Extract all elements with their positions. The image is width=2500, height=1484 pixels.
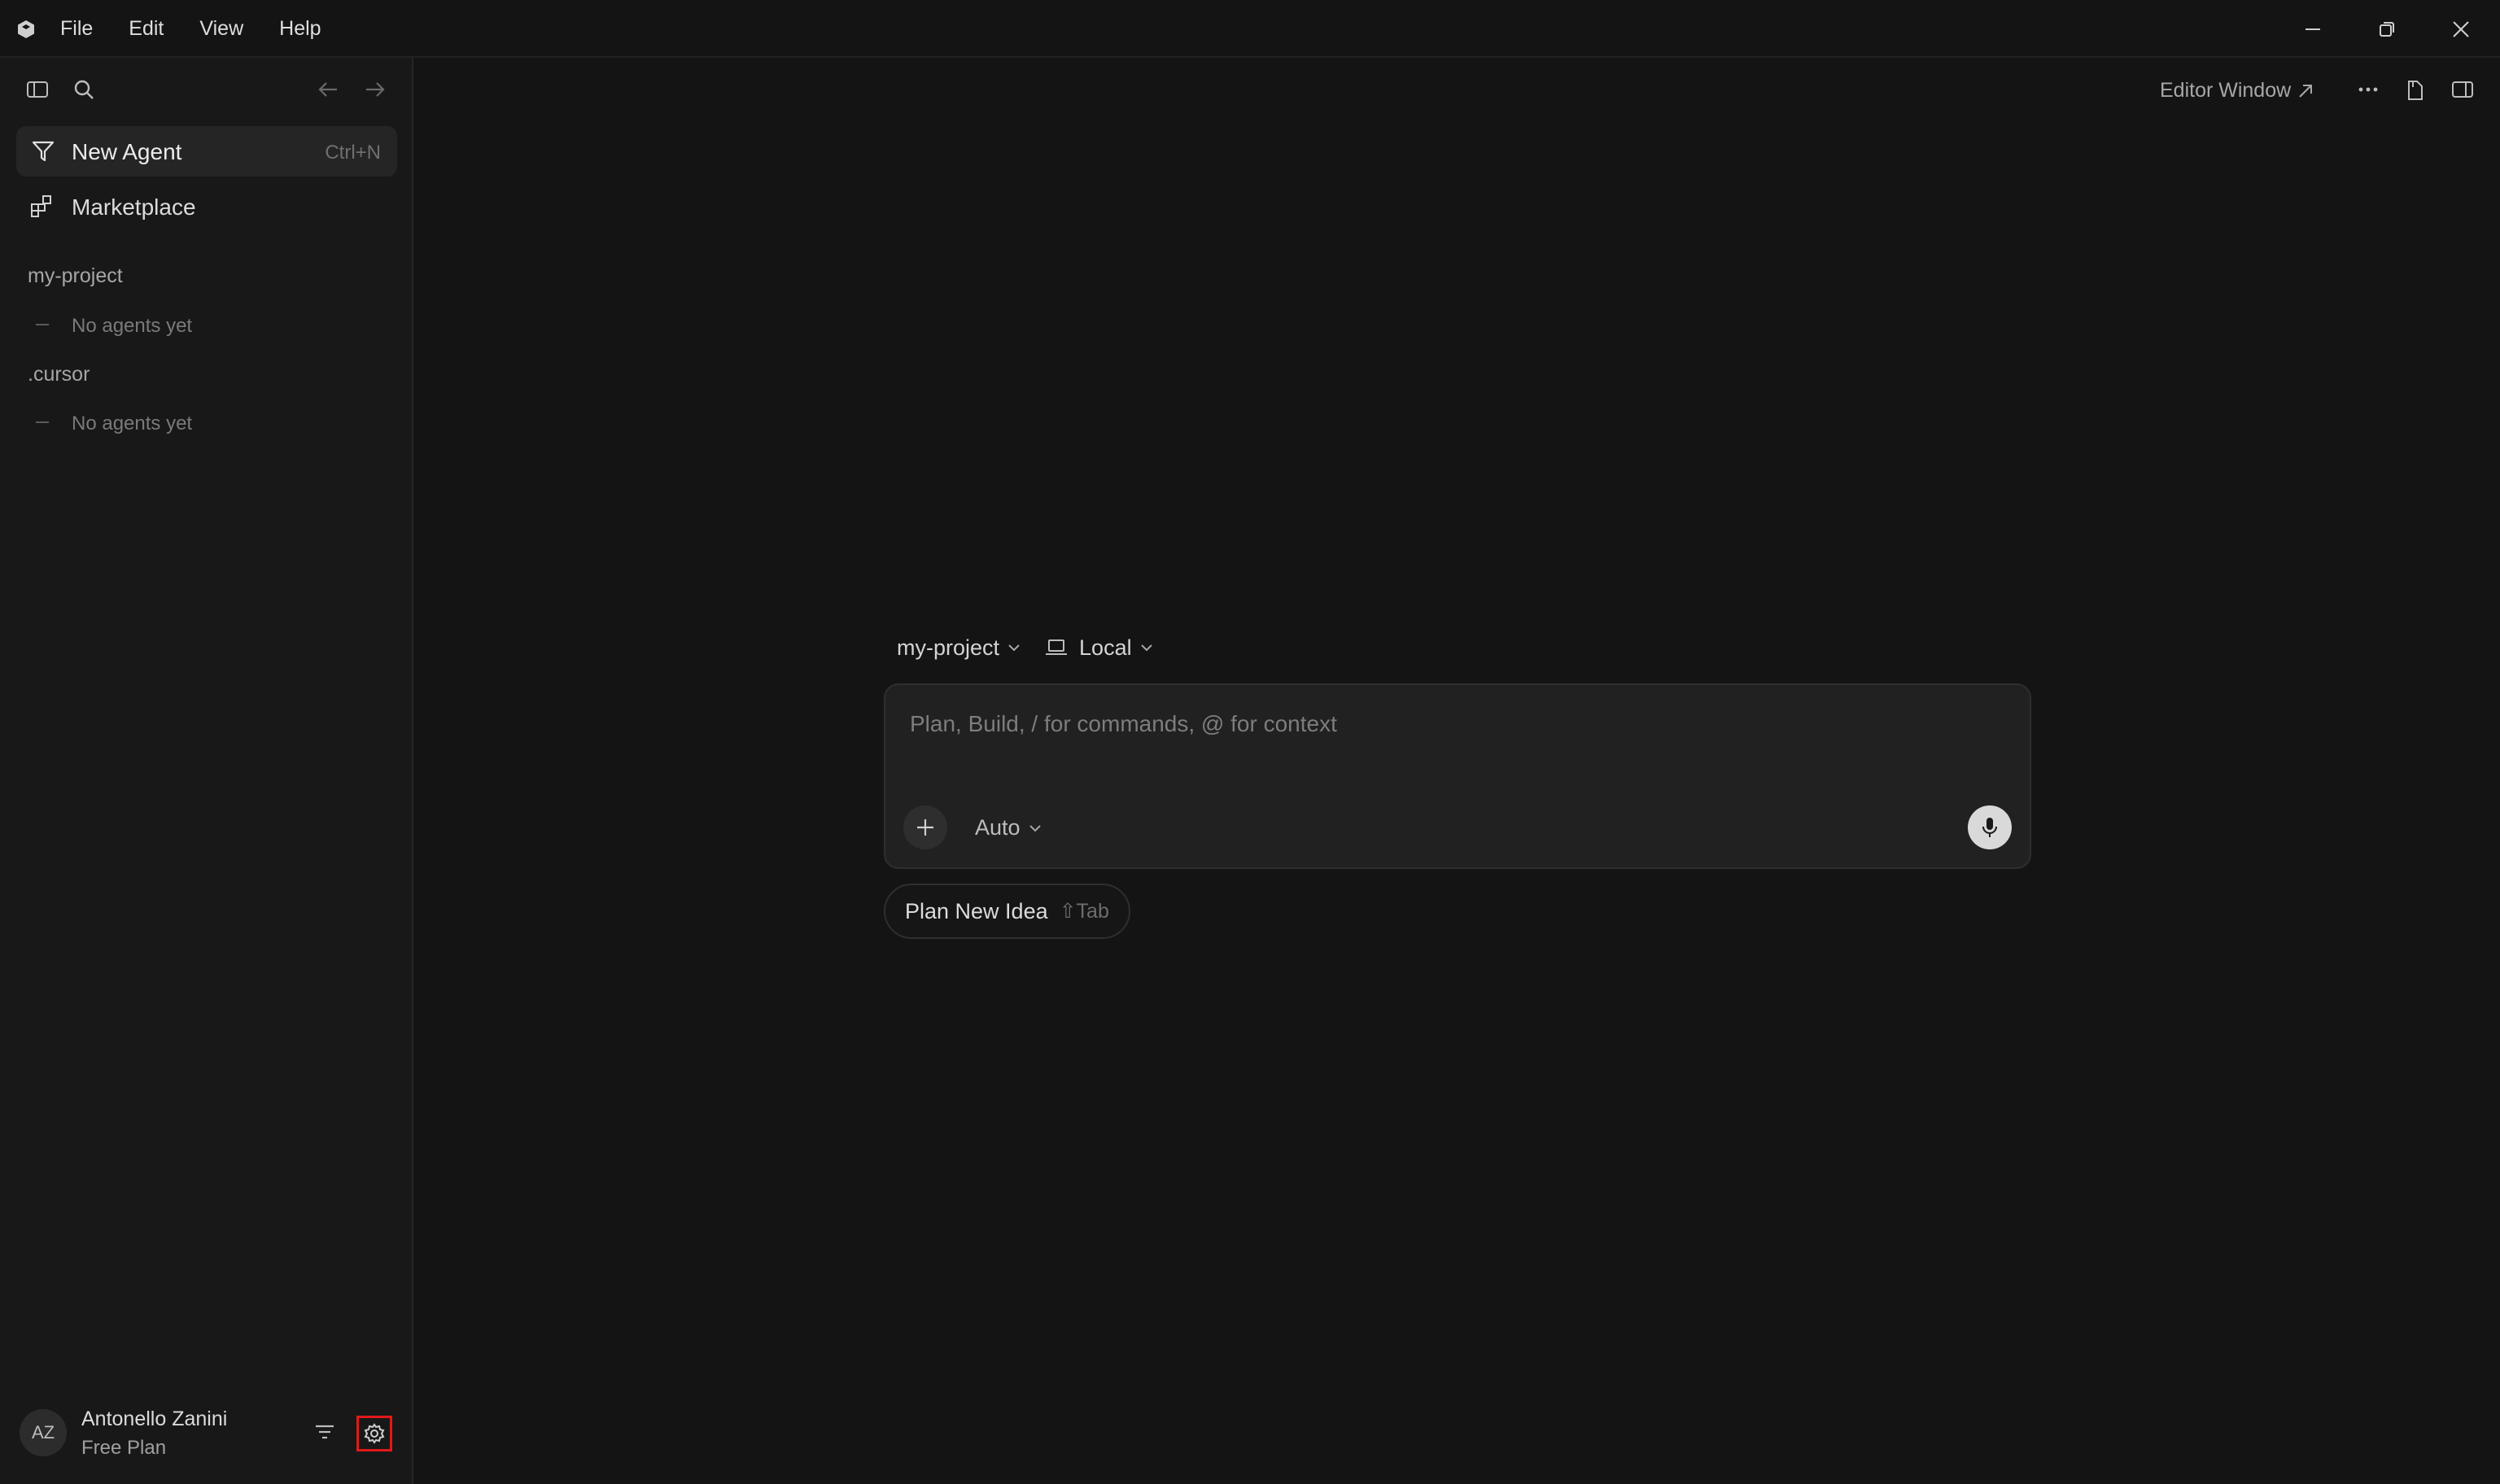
model-selector-label: Auto bbox=[975, 815, 1021, 840]
plus-icon bbox=[915, 817, 936, 838]
user-plan: Free Plan bbox=[81, 1437, 167, 1459]
new-agent-shortcut: Ctrl+N bbox=[325, 142, 381, 164]
sidebar: New Agent Ctrl+N Marketplace my-project … bbox=[0, 58, 413, 1484]
gear-icon bbox=[364, 1423, 385, 1444]
back-arrow-icon[interactable] bbox=[317, 80, 339, 99]
project-title-cursor[interactable]: .cursor bbox=[28, 363, 90, 386]
plan-new-idea-button[interactable]: Plan New Idea ⇧Tab bbox=[884, 884, 1130, 939]
new-file-icon[interactable] bbox=[2406, 79, 2425, 102]
new-agent-icon bbox=[31, 139, 55, 164]
menu-help[interactable]: Help bbox=[279, 17, 321, 41]
composer-context-selectors: my-project Local bbox=[897, 631, 1178, 664]
menu-edit[interactable]: Edit bbox=[129, 17, 164, 41]
toggle-panel-icon[interactable] bbox=[2451, 80, 2474, 99]
composer: Auto bbox=[884, 683, 2031, 869]
filter-icon[interactable] bbox=[313, 1421, 336, 1443]
dash-icon bbox=[36, 323, 49, 325]
voice-input-button[interactable] bbox=[1968, 805, 2012, 849]
marketplace-button[interactable]: Marketplace bbox=[16, 181, 397, 232]
minimize-button[interactable] bbox=[2275, 0, 2350, 58]
external-link-icon bbox=[2297, 83, 2314, 99]
user-name: Antonello Zanini bbox=[81, 1408, 228, 1430]
app-logo-icon bbox=[16, 20, 36, 39]
laptop-icon bbox=[1045, 638, 1068, 657]
user-account-row: AZ Antonello Zanini Free Plan bbox=[0, 1391, 412, 1473]
chevron-down-icon bbox=[1140, 643, 1153, 653]
project-selector[interactable]: my-project bbox=[897, 635, 1021, 661]
location-selector-label: Local bbox=[1079, 635, 1132, 660]
project-empty-state: No agents yet bbox=[36, 412, 192, 435]
editor-window-label: Editor Window bbox=[2160, 79, 2292, 102]
editor-window-button[interactable]: Editor Window bbox=[2160, 79, 2314, 103]
plan-chip-label: Plan New Idea bbox=[905, 898, 1048, 923]
restore-icon bbox=[2378, 20, 2396, 38]
microphone-icon bbox=[1980, 816, 2000, 839]
plan-chip-shortcut: ⇧Tab bbox=[1059, 900, 1109, 923]
marketplace-icon bbox=[29, 194, 54, 218]
close-window-button[interactable] bbox=[2424, 0, 2498, 58]
search-icon[interactable] bbox=[73, 79, 94, 100]
menu-view[interactable]: View bbox=[199, 17, 243, 41]
settings-button[interactable] bbox=[356, 1416, 392, 1451]
marketplace-label: Marketplace bbox=[72, 194, 196, 220]
more-options-icon[interactable] bbox=[2357, 81, 2380, 98]
location-selector[interactable]: Local bbox=[1045, 635, 1153, 661]
title-bar: File Edit View Help bbox=[0, 0, 2500, 58]
minimize-icon bbox=[2304, 20, 2322, 38]
model-selector[interactable]: Auto bbox=[975, 815, 1042, 840]
composer-input[interactable] bbox=[908, 708, 1966, 740]
restore-button[interactable] bbox=[2349, 0, 2424, 58]
new-agent-button[interactable]: New Agent Ctrl+N bbox=[16, 126, 397, 177]
project-empty-state: No agents yet bbox=[36, 315, 192, 338]
project-selector-label: my-project bbox=[897, 635, 1000, 660]
close-icon bbox=[2452, 20, 2470, 38]
forward-arrow-icon[interactable] bbox=[365, 80, 386, 99]
chevron-down-icon bbox=[1029, 823, 1042, 833]
avatar[interactable]: AZ bbox=[20, 1409, 67, 1456]
menu-file[interactable]: File bbox=[60, 17, 93, 41]
add-context-button[interactable] bbox=[903, 805, 947, 849]
toggle-sidebar-icon[interactable] bbox=[26, 80, 49, 99]
project-title-my-project[interactable]: my-project bbox=[28, 264, 123, 288]
new-agent-label: New Agent bbox=[72, 139, 182, 164]
chevron-down-icon bbox=[1007, 643, 1021, 653]
dash-icon bbox=[36, 421, 49, 423]
menu-bar: File Edit View Help bbox=[60, 0, 357, 58]
